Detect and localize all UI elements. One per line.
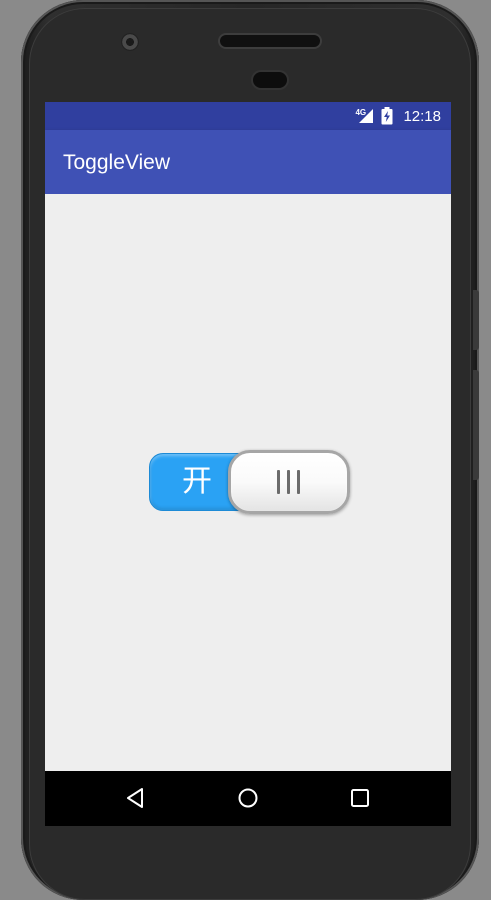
status-time: 12:18 [403,107,441,125]
status-bar: 4G 12:18 [45,102,451,130]
battery-charging-icon [381,107,393,125]
toggle-switch[interactable]: 开 [148,450,350,514]
volume-button [473,370,479,480]
network-type-label: 4G [355,108,367,117]
navigation-bar [45,771,451,826]
app-title: ToggleView [63,151,171,174]
toggle-thumb[interactable] [228,450,350,514]
signal-icon: 4G [355,108,375,124]
toggle-on-label: 开 [182,464,212,499]
app-bar: ToggleView [45,130,451,194]
recents-icon[interactable] [345,783,375,813]
power-button [473,290,479,350]
back-icon[interactable] [121,783,151,813]
front-camera-icon [121,33,139,51]
device-screen: 4G 12:18 ToggleView 开 [45,102,451,826]
proximity-sensor [253,72,287,88]
main-content: 开 [45,194,451,771]
earpiece-speaker [220,35,320,47]
status-icons: 4G 12:18 [355,102,441,130]
grip-lines-icon [275,470,303,494]
home-icon[interactable] [233,783,263,813]
